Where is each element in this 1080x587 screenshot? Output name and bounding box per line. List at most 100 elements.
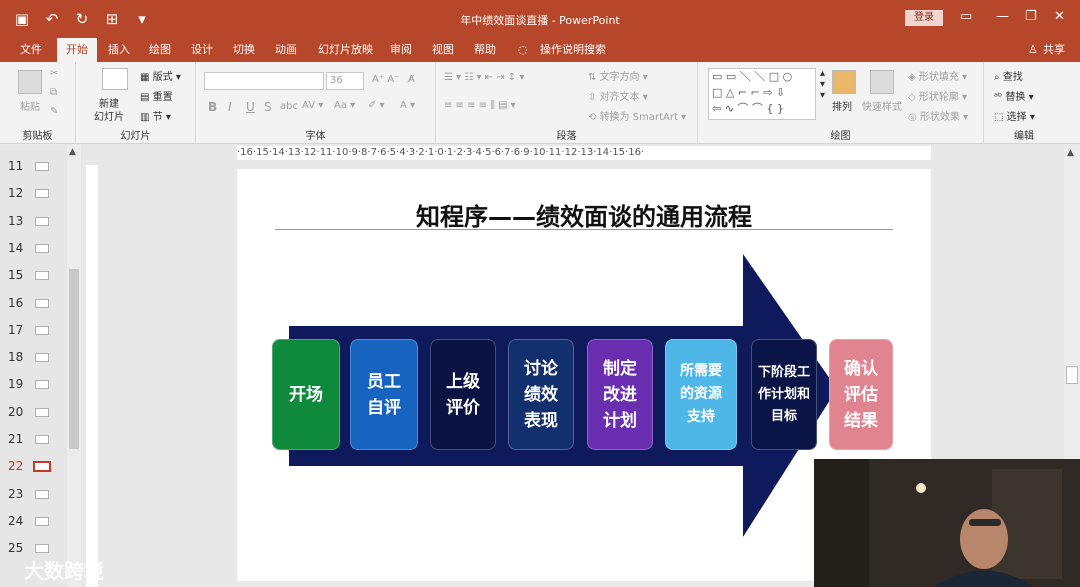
bullets-icon[interactable]: ☰ ▾ ☷ ▾ ⇤ ⇥ ↕ ▾: [444, 72, 524, 83]
slide-thumbnail[interactable]: 14: [0, 235, 70, 262]
increase-font-icon[interactable]: A⁺ A⁻: [372, 74, 399, 85]
slide-thumbnail[interactable]: 21: [0, 426, 70, 453]
tab-transitions[interactable]: 切换: [233, 38, 255, 62]
align-text-button[interactable]: ⇳ 对齐文本 ▾: [588, 88, 648, 103]
slide-thumbnail[interactable]: 12: [0, 180, 70, 207]
copy-icon[interactable]: ⧉: [50, 87, 57, 98]
process-step-box[interactable]: 讨论 绩效 表现: [508, 339, 574, 450]
select-button[interactable]: ⬚ 选择 ▾: [994, 108, 1035, 123]
slide-thumbnail[interactable]: 15: [0, 262, 70, 289]
slide-thumbnail[interactable]: 22: [0, 453, 70, 480]
font-color-icon[interactable]: A ▾: [400, 100, 415, 111]
section-button[interactable]: ▥ 节 ▾: [140, 108, 171, 123]
tab-animations[interactable]: 动画: [275, 38, 297, 62]
scroll-up-icon[interactable]: ▲: [69, 147, 76, 157]
slide-thumbnail[interactable]: 18: [0, 344, 70, 371]
shadow-icon[interactable]: S: [264, 100, 272, 114]
login-button[interactable]: 登录: [905, 10, 943, 26]
slide-title[interactable]: 知程序——绩效面谈的通用流程: [237, 197, 931, 232]
slide-thumbnail[interactable]: 24: [0, 508, 70, 535]
shape-outline-button[interactable]: ◇ 形状轮廓 ▾: [908, 88, 967, 103]
highlight-icon[interactable]: ✐ ▾: [368, 100, 385, 111]
group-font: 36 A⁺ A⁻ A̸ B I U S abc AV ▾ Aa ▾ ✐ ▾ A …: [196, 62, 436, 144]
new-slide-icon[interactable]: [102, 68, 128, 90]
paste-button[interactable]: 粘贴: [20, 98, 40, 113]
arrange-button[interactable]: 排列: [832, 98, 852, 113]
slide-thumbnail-image: [35, 189, 49, 199]
editor-scrollbar-thumb[interactable]: [1066, 366, 1078, 384]
slide-thumbnail[interactable]: 13: [0, 208, 70, 235]
watermark-logo: 大数跨境: [24, 559, 104, 583]
slide-thumbnail[interactable]: 19: [0, 371, 70, 398]
format-painter-icon[interactable]: ✎: [50, 106, 58, 117]
tab-home[interactable]: 开始: [57, 38, 97, 62]
new-slide-button[interactable]: 新建 幻灯片: [94, 98, 124, 124]
scrollbar-thumb[interactable]: [69, 269, 79, 449]
font-size-box[interactable]: 36: [326, 72, 364, 90]
group-drawing: ▭ ▭ ＼ ＼ □ ○ □ △ ⌐ ⌐ ⇨ ⇩ ⇦ ∿ ⌒ ⌒ { } ▴ ▾ ▾ 排列…: [698, 62, 984, 144]
tab-design[interactable]: 设计: [191, 38, 213, 62]
clear-format-icon[interactable]: A̸: [408, 74, 415, 85]
share-button[interactable]: 共享: [1043, 38, 1065, 62]
editor-scroll-up-icon[interactable]: ▲: [1067, 148, 1074, 158]
process-step-box[interactable]: 员工 自评: [350, 339, 418, 450]
slide-number: 15: [8, 268, 24, 283]
tab-review[interactable]: 审阅: [390, 38, 412, 62]
tab-file[interactable]: 文件: [20, 38, 42, 62]
slide-number: 17: [8, 322, 24, 337]
strikethrough-icon[interactable]: abc: [280, 101, 298, 112]
process-step-box[interactable]: 下阶段工 作计划和 目标: [751, 339, 817, 450]
ribbon-display-icon[interactable]: ▭: [960, 9, 972, 24]
underline-icon[interactable]: U: [246, 100, 255, 114]
italic-icon[interactable]: I: [228, 100, 232, 114]
slide-thumbnail[interactable]: 20: [0, 399, 70, 426]
text-direction-button[interactable]: ⇅ 文字方向 ▾: [588, 68, 648, 83]
quick-styles-button[interactable]: 快速样式: [862, 98, 902, 113]
slide-thumbnail[interactable]: 17: [0, 317, 70, 344]
quick-styles-icon[interactable]: [870, 70, 894, 94]
shape-fill-button[interactable]: ◈ 形状填充 ▾: [908, 68, 967, 83]
layout-button[interactable]: ▦ 版式 ▾: [140, 68, 181, 83]
gallery-scroll-icon[interactable]: ▴ ▾ ▾: [820, 68, 825, 101]
thumbnail-scrollbar[interactable]: ▲: [67, 145, 81, 587]
process-step-box[interactable]: 确认 评估 结果: [829, 339, 893, 450]
tab-insert[interactable]: 插入: [108, 38, 130, 62]
cut-icon[interactable]: ✂: [50, 68, 58, 79]
shape-effects-button[interactable]: ◎ 形状效果 ▾: [908, 108, 968, 123]
replace-button[interactable]: ᵃᵇ 替换 ▾: [994, 88, 1034, 103]
smartart-button[interactable]: ⟲ 转换为 SmartArt ▾: [588, 108, 686, 123]
ribbon-tabs: 文件 开始 插入 绘图 设计 切换 动画 幻灯片放映 审阅 视图 帮助 ◌ 操作…: [0, 38, 1080, 62]
slide-number: 23: [8, 486, 24, 501]
align-icons[interactable]: ≡ ≡ ≡ ≡ ⫼ ▤ ▾: [444, 100, 516, 111]
font-name-box[interactable]: [204, 72, 324, 90]
bold-icon[interactable]: B: [208, 100, 217, 114]
tab-slideshow[interactable]: 幻灯片放映: [318, 38, 373, 62]
arrange-icon[interactable]: [832, 70, 856, 94]
tab-view[interactable]: 视图: [432, 38, 454, 62]
tab-draw[interactable]: 绘图: [149, 38, 171, 62]
process-step-box[interactable]: 开场: [272, 339, 340, 450]
find-button[interactable]: ⌕ 查找: [994, 68, 1023, 83]
paste-icon[interactable]: [18, 70, 42, 94]
group-label-font: 字体: [305, 131, 326, 142]
slide-number: 12: [8, 186, 24, 201]
slide-thumbnail[interactable]: 11: [0, 153, 70, 180]
process-step-box[interactable]: 上级 评价: [430, 339, 496, 450]
section-label: 节: [152, 112, 163, 123]
slide-thumbnail-image: [35, 516, 49, 526]
tab-help[interactable]: 帮助: [474, 38, 496, 62]
maximize-button[interactable]: ❐: [1025, 9, 1037, 24]
process-step-box[interactable]: 所需要 的资源 支持: [665, 339, 737, 450]
minimize-button[interactable]: —: [996, 9, 1009, 24]
slide-thumbnail-image: [33, 461, 51, 473]
close-button[interactable]: ✕: [1054, 9, 1065, 24]
shape-gallery[interactable]: ▭ ▭ ＼ ＼ □ ○ □ △ ⌐ ⌐ ⇨ ⇩ ⇦ ∿ ⌒ ⌒ { }: [708, 68, 816, 120]
char-spacing-icon[interactable]: AV ▾: [302, 100, 323, 111]
slide-thumbnail[interactable]: 23: [0, 481, 70, 508]
shape-fill-label: 形状填充: [918, 72, 959, 83]
slide-thumbnail[interactable]: 16: [0, 290, 70, 317]
tell-me-search[interactable]: 操作说明搜索: [540, 38, 606, 62]
change-case-icon[interactable]: Aa ▾: [334, 100, 355, 111]
process-step-box[interactable]: 制定 改进 计划: [587, 339, 653, 450]
reset-button[interactable]: ▤ 重置: [140, 88, 173, 103]
